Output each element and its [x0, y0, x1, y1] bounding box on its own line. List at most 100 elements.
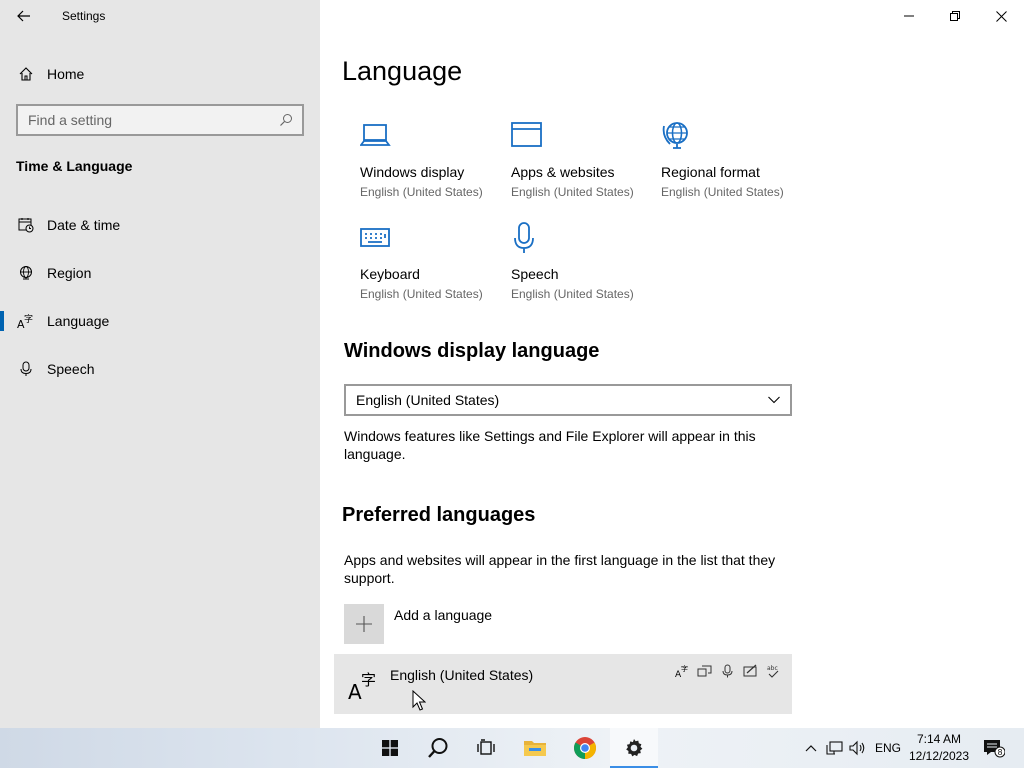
sidebar-item-home[interactable]: Home: [0, 58, 320, 90]
select-value: English (United States): [356, 392, 500, 408]
globe-icon: [661, 120, 695, 152]
svg-text:字: 字: [24, 313, 33, 325]
search-placeholder: Find a setting: [28, 112, 113, 128]
file-explorer-button[interactable]: [511, 728, 559, 768]
start-button[interactable]: [366, 728, 414, 768]
sidebar: Settings Home Find a setting Time & Lang…: [0, 0, 320, 728]
svg-text:字: 字: [681, 664, 688, 673]
sidebar-item-label: Language: [47, 313, 110, 329]
clock-time: 7:14 AM: [916, 732, 962, 746]
microphone-icon: [511, 222, 545, 254]
volume-button[interactable]: [847, 728, 869, 768]
chrome-button[interactable]: [561, 728, 609, 768]
speaker-icon: [849, 740, 865, 756]
language-icon: A字: [16, 311, 36, 331]
minimize-button[interactable]: [886, 0, 932, 32]
add-language-button[interactable]: Add a language: [344, 604, 792, 644]
tile-subtitle: English (United States): [360, 185, 483, 199]
sidebar-item-speech[interactable]: Speech: [0, 349, 320, 389]
handwriting-feature-icon: [742, 662, 759, 680]
windows-logo-icon: [382, 740, 398, 756]
tile-keyboard[interactable]: Keyboard English (United States): [360, 222, 510, 312]
notification-count: 8: [997, 748, 1002, 757]
calendar-clock-icon: [16, 215, 36, 235]
settings-taskbar-button[interactable]: [610, 728, 658, 768]
globe-icon: [16, 263, 36, 283]
sidebar-item-label: Date & time: [47, 217, 121, 233]
tile-name: Keyboard: [360, 266, 420, 282]
notifications-icon: 8: [984, 740, 1005, 758]
chevron-down-icon: [758, 396, 790, 404]
sidebar-item-region[interactable]: Region: [0, 253, 320, 293]
mouse-cursor-icon: [412, 690, 426, 711]
tile-subtitle: English (United States): [511, 287, 634, 301]
display-language-description: Windows features like Settings and File …: [344, 428, 756, 462]
display-language-select[interactable]: English (United States): [344, 384, 792, 416]
window-icon: [511, 120, 545, 152]
sidebar-item-date-time[interactable]: Date & time: [0, 205, 320, 245]
page-title: Language: [342, 56, 463, 86]
back-button[interactable]: [8, 4, 40, 28]
sidebar-item-label: Speech: [47, 361, 95, 377]
sidebar-item-language[interactable]: A字 Language: [0, 301, 320, 341]
add-language-label: Add a language: [394, 607, 493, 623]
tile-apps-websites[interactable]: Apps & websites English (United States): [511, 120, 661, 210]
close-button[interactable]: [978, 0, 1024, 32]
taskbar-search-button[interactable]: [414, 728, 462, 768]
display-language-heading: Windows display language: [344, 340, 600, 362]
search-icon[interactable]: [276, 110, 296, 130]
language-icon: A字: [348, 668, 378, 704]
tile-subtitle: English (United States): [511, 185, 634, 199]
svg-text:字: 字: [361, 671, 376, 689]
minimize-icon: [904, 15, 914, 17]
tile-windows-display[interactable]: Windows display English (United States): [359, 120, 510, 210]
tile-speech[interactable]: Speech English (United States): [511, 222, 661, 312]
preferred-languages-heading: Preferred languages: [342, 504, 536, 526]
clock[interactable]: 7:14 AM 12/12/2023: [906, 731, 972, 765]
restore-icon: [950, 11, 960, 21]
language-name: English (United States): [390, 667, 534, 683]
tile-subtitle: English (United States): [360, 287, 483, 301]
search-input[interactable]: Find a setting: [16, 104, 304, 136]
microphone-icon: [16, 359, 36, 379]
taskbar: ENG 7:14 AM 12/12/2023 8: [0, 728, 1024, 768]
task-view-icon: [477, 739, 495, 755]
svg-text:A: A: [348, 680, 362, 702]
sidebar-item-label: Home: [47, 66, 85, 82]
folder-icon: [524, 741, 546, 756]
display-language-feature-icon: A字: [673, 662, 690, 680]
search-icon: [428, 738, 448, 758]
show-hidden-icons-button[interactable]: [800, 728, 822, 768]
tile-name: Apps & websites: [511, 164, 615, 180]
tile-subtitle: English (United States): [661, 185, 784, 199]
chrome-icon: [574, 737, 596, 759]
app-title: Settings: [62, 9, 106, 23]
restore-button[interactable]: [932, 0, 978, 32]
input-language-indicator[interactable]: ENG: [872, 728, 904, 768]
text-to-speech-feature-icon: [696, 662, 713, 680]
preferred-languages-description: Apps and websites will appear in the fir…: [344, 552, 776, 586]
tile-name: Speech: [511, 266, 559, 282]
gear-icon: [626, 739, 643, 757]
spell-check-feature-icon: abc: [765, 662, 782, 680]
task-view-button[interactable]: [462, 728, 510, 768]
back-arrow-icon: [17, 10, 30, 22]
language-list-item[interactable]: A字 English (United States) A字 abc: [334, 654, 792, 714]
tile-name: Regional format: [661, 164, 760, 180]
language-features: A字 abc: [673, 662, 782, 680]
network-icon: [826, 741, 843, 755]
laptop-icon: [359, 120, 394, 152]
clock-date: 12/12/2023: [908, 749, 970, 763]
section-title: Time & Language: [16, 158, 133, 174]
svg-text:abc: abc: [767, 665, 778, 672]
tile-name: Windows display: [360, 164, 465, 180]
close-icon: [995, 10, 1007, 22]
network-button[interactable]: [824, 728, 846, 768]
tile-regional-format[interactable]: Regional format English (United States): [661, 120, 811, 210]
keyboard-icon: [360, 222, 394, 254]
home-icon: [16, 64, 36, 84]
action-center-button[interactable]: 8: [980, 728, 1008, 768]
speech-feature-icon: [719, 662, 736, 680]
sidebar-item-label: Region: [47, 265, 92, 281]
title-bar: Settings: [0, 0, 320, 32]
